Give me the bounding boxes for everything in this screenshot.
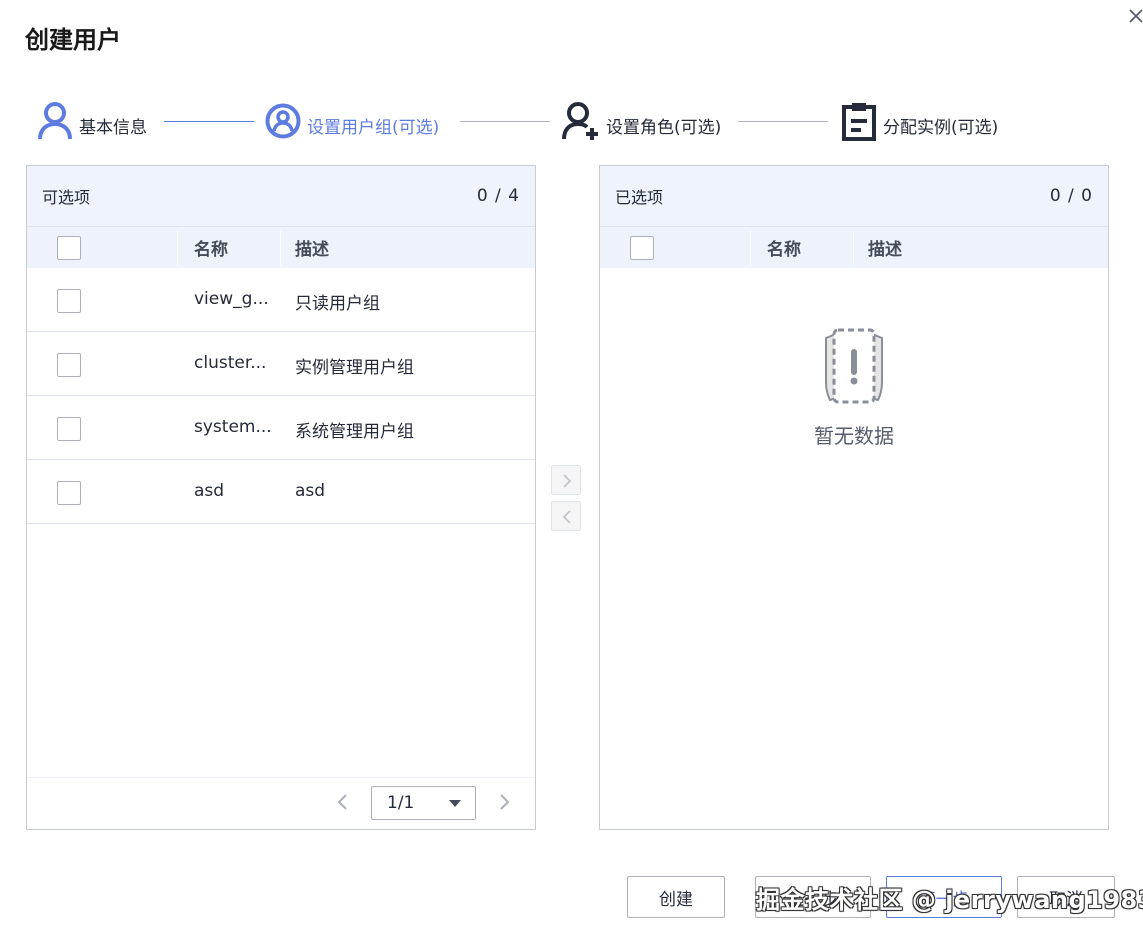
selection-count: 0 / 4 [476, 186, 520, 206]
row-checkbox[interactable] [57, 289, 81, 313]
panel-title: 可选项 [42, 188, 91, 207]
step-connector [164, 121, 254, 122]
step-role[interactable]: 设置角色(可选) [562, 96, 721, 146]
user-add-icon [562, 102, 598, 140]
user-group-icon [265, 103, 301, 139]
row-name: view_g... [194, 289, 269, 309]
row-description: 实例管理用户组 [295, 358, 414, 378]
step-label: 基本信息 [79, 117, 147, 138]
row-description: 只读用户组 [295, 294, 380, 314]
close-icon[interactable] [1126, 6, 1143, 26]
page-select-value: 1/1 [387, 793, 415, 813]
panel-header: 已选项 0 / 0 [600, 166, 1108, 226]
selected-panel: 已选项 0 / 0 名称 描述 暂无数据 [599, 165, 1109, 830]
step-connector [460, 121, 550, 122]
step-label: 分配实例(可选) [883, 117, 999, 138]
available-panel: 可选项 0 / 4 名称 描述 view_g... 只读用户组 cluster.… [26, 165, 536, 830]
column-description-header[interactable]: 描述 [868, 235, 902, 260]
column-divider [750, 231, 751, 265]
column-divider [177, 231, 178, 265]
step-instance[interactable]: 分配实例(可选) [841, 96, 998, 146]
cancel-button[interactable]: 取消 [1017, 876, 1115, 918]
table-header: 名称 描述 [27, 226, 535, 268]
step-label: 设置角色(可选) [606, 117, 722, 138]
page-select[interactable]: 1/1 [371, 786, 476, 820]
panel-header: 可选项 0 / 4 [27, 166, 535, 226]
table-header: 名称 描述 [600, 226, 1108, 268]
next-page-icon[interactable] [494, 792, 514, 812]
step-label: 设置用户组(可选) [307, 117, 440, 138]
table-row[interactable]: cluster... 实例管理用户组 [27, 332, 535, 396]
select-all-checkbox[interactable] [57, 236, 81, 260]
row-checkbox[interactable] [57, 417, 81, 441]
column-divider [853, 231, 854, 265]
clipboard-icon [842, 103, 876, 141]
dialog-title: 创建用户 [25, 26, 121, 54]
empty-state: 暂无数据 [600, 326, 1108, 449]
row-name: cluster... [194, 353, 267, 373]
create-button[interactable]: 创建 [627, 876, 725, 918]
row-description: asd [295, 481, 326, 501]
chevron-left-icon [562, 510, 571, 524]
chevron-down-icon [449, 800, 461, 807]
row-description: 系统管理用户组 [295, 422, 414, 442]
panel-title: 已选项 [615, 188, 664, 207]
table-row[interactable]: asd asd [27, 460, 535, 524]
row-name: asd [194, 481, 225, 501]
prev-page-icon[interactable] [333, 792, 353, 812]
select-all-checkbox[interactable] [630, 236, 654, 260]
step-connector [738, 121, 828, 122]
chevron-right-icon [563, 474, 572, 488]
step-user-group[interactable]: 设置用户组(可选) [265, 96, 439, 146]
prev-step-button[interactable]: 上一步 [755, 876, 871, 918]
table-row[interactable]: view_g... 只读用户组 [27, 268, 535, 332]
column-description-header[interactable]: 描述 [295, 235, 329, 260]
table-row[interactable]: system... 系统管理用户组 [27, 396, 535, 460]
empty-data-icon [825, 328, 883, 404]
row-checkbox[interactable] [57, 481, 81, 505]
row-name: system... [194, 417, 272, 437]
row-checkbox[interactable] [57, 353, 81, 377]
next-step-button[interactable]: 下一步 [886, 876, 1002, 918]
column-divider [280, 231, 281, 265]
move-left-button[interactable] [551, 501, 581, 531]
move-right-button[interactable] [551, 465, 581, 495]
user-icon [38, 102, 72, 140]
column-name-header[interactable]: 名称 [194, 235, 228, 260]
empty-text: 暂无数据 [814, 424, 894, 448]
step-basic-info[interactable]: 基本信息 [37, 96, 147, 146]
pagination: 1/1 [27, 777, 535, 829]
column-name-header[interactable]: 名称 [767, 235, 801, 260]
selection-count: 0 / 0 [1049, 186, 1093, 206]
